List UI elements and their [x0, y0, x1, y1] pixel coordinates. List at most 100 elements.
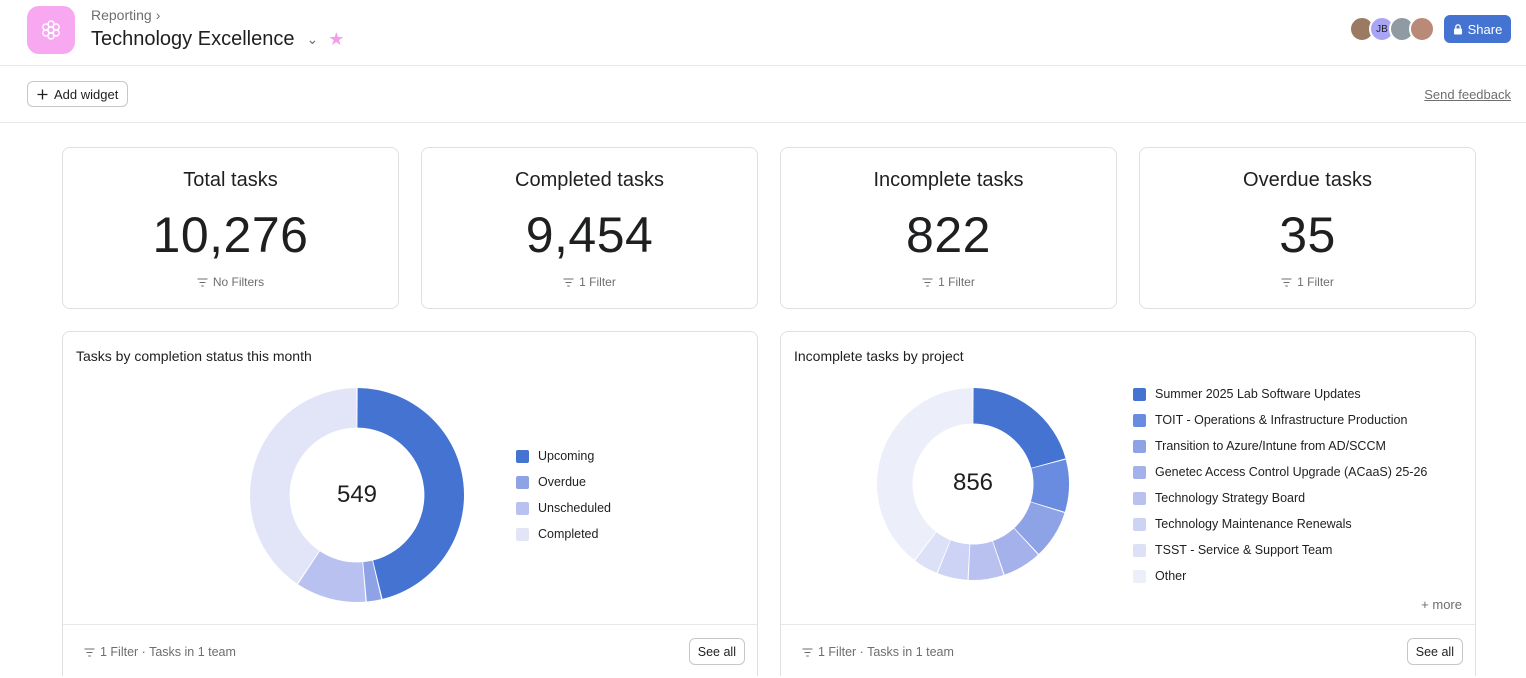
stat-value: 9,454 [525, 207, 654, 263]
filter-icon [802, 647, 813, 657]
breadcrumb[interactable]: Reporting › [91, 7, 160, 23]
legend-label: TSST - Service & Support Team [1155, 543, 1333, 557]
legend-swatch [1133, 569, 1146, 583]
legend-label: Overdue [538, 475, 586, 489]
member-avatars[interactable]: JB [1349, 16, 1435, 42]
legend-swatch [516, 527, 529, 541]
page-title: Technology Excellence [91, 28, 295, 50]
stat-title: Completed tasks [515, 169, 664, 191]
add-widget-button[interactable]: Add widget [27, 81, 129, 107]
legend-item[interactable]: Other [1133, 563, 1427, 589]
legend-item[interactable]: Technology Strategy Board [1133, 485, 1427, 511]
donut-slice-toit-operations-infrastructure-production[interactable] [1030, 459, 1069, 512]
legend-item[interactable]: Unscheduled [516, 495, 611, 521]
legend-swatch [1133, 465, 1146, 479]
stat-card-overdue[interactable]: Overdue tasks 35 1 Filter [1139, 147, 1476, 309]
add-widget-label: Add widget [54, 86, 119, 102]
stat-card-incomplete[interactable]: Incomplete tasks 822 1 Filter [780, 147, 1117, 309]
stat-value: 35 [1279, 207, 1336, 263]
chevron-right-icon: › [155, 7, 161, 23]
legend-item[interactable]: Completed [516, 521, 611, 547]
donut-center-total: 856 [952, 469, 994, 496]
legend-swatch [1133, 439, 1146, 453]
chart-card-projects[interactable]: Incomplete tasks by project 856 Summer 2… [780, 331, 1476, 676]
chart-footer: 1 Filter · Tasks in 1 team See all [63, 624, 757, 678]
footer-filter[interactable]: 1 Filter · Tasks in 1 team [84, 645, 236, 659]
legend-label: Transition to Azure/Intune from AD/SCCM [1155, 439, 1386, 453]
filter-icon [1281, 277, 1292, 287]
legend-item[interactable]: Overdue [516, 469, 611, 495]
asterisk-flower-icon[interactable] [27, 6, 75, 54]
footer-filter-label: 1 Filter · Tasks in 1 team [100, 645, 236, 659]
footer-filter-label: 1 Filter · Tasks in 1 team [818, 645, 954, 659]
send-feedback-link[interactable]: Send feedback [1424, 87, 1511, 102]
see-all-button[interactable]: See all [688, 638, 745, 665]
legend-swatch [516, 449, 529, 463]
legend-swatch [1133, 387, 1146, 401]
stat-filter[interactable]: 1 Filter [781, 275, 1116, 289]
filter-icon [922, 277, 933, 287]
chart-title: Incomplete tasks by project [794, 348, 964, 364]
footer-filter[interactable]: 1 Filter · Tasks in 1 team [802, 645, 954, 659]
stat-card-total[interactable]: Total tasks 10,276 No Filters [62, 147, 399, 309]
filter-icon [563, 277, 574, 287]
avatar[interactable] [1409, 16, 1435, 42]
stat-filter[interactable]: 1 Filter [422, 275, 757, 289]
share-label: Share [1467, 21, 1503, 37]
legend-swatch [1133, 491, 1146, 505]
lock-icon [1453, 23, 1462, 34]
legend-label: Summer 2025 Lab Software Updates [1155, 387, 1361, 401]
chevron-down-icon[interactable]: ⌄ [306, 31, 318, 48]
top-bar: Reporting › Technology Excellence ⌄ ★ JB… [0, 0, 1526, 66]
avatar-initials: JB [1376, 23, 1388, 35]
more-link[interactable]: + more [1421, 597, 1462, 612]
filter-icon [197, 277, 208, 287]
toolbar: Add widget Send feedback [0, 66, 1526, 123]
stat-title: Incomplete tasks [873, 169, 1024, 191]
legend-item[interactable]: Transition to Azure/Intune from AD/SCCM [1133, 433, 1427, 459]
stat-filter-label: 1 Filter [1297, 275, 1334, 289]
breadcrumb-reporting[interactable]: Reporting [91, 7, 152, 23]
chart-legend: Upcoming Overdue Unscheduled Completed [516, 443, 611, 547]
legend-swatch [1133, 517, 1146, 531]
chart-title: Tasks by completion status this month [76, 348, 312, 364]
legend-item[interactable]: Summer 2025 Lab Software Updates [1133, 381, 1427, 407]
stat-filter-label: 1 Filter [938, 275, 975, 289]
stat-card-completed[interactable]: Completed tasks 9,454 1 Filter [421, 147, 758, 309]
legend-label: Unscheduled [538, 501, 611, 515]
legend-label: Technology Strategy Board [1155, 491, 1306, 505]
legend-swatch [516, 475, 529, 489]
legend-label: Completed [538, 527, 599, 541]
legend-label: Technology Maintenance Renewals [1155, 517, 1352, 531]
stat-filter-label: 1 Filter [579, 275, 616, 289]
filter-icon [84, 647, 95, 657]
legend-item[interactable]: Technology Maintenance Renewals [1133, 511, 1427, 537]
chart-footer: 1 Filter · Tasks in 1 team See all [781, 624, 1475, 678]
see-all-button[interactable]: See all [1406, 638, 1463, 665]
star-icon[interactable]: ★ [328, 29, 344, 50]
legend-swatch [516, 501, 529, 515]
stat-filter[interactable]: 1 Filter [1140, 275, 1475, 289]
donut-slice-summer-2025-lab-software-updates[interactable] [973, 388, 1066, 468]
stat-filter-label: No Filters [212, 275, 265, 289]
legend-label: Genetec Access Control Upgrade (ACaaS) 2… [1155, 465, 1428, 479]
stat-filter[interactable]: No Filters [63, 275, 398, 289]
legend-item[interactable]: Upcoming [516, 443, 611, 469]
share-button[interactable]: Share [1444, 15, 1511, 43]
plus-icon [37, 89, 48, 99]
chart-card-completion[interactable]: Tasks by completion status this month 54… [62, 331, 758, 676]
legend-item[interactable]: TOIT - Operations & Infrastructure Produ… [1133, 407, 1427, 433]
legend-label: Upcoming [538, 449, 595, 463]
page-title-row: Technology Excellence ⌄ ★ [91, 28, 344, 51]
stat-title: Total tasks [183, 169, 278, 191]
stat-value: 822 [906, 207, 991, 263]
legend-swatch [1133, 543, 1146, 557]
donut-center-total: 549 [336, 481, 378, 508]
legend-label: TOIT - Operations & Infrastructure Produ… [1155, 413, 1408, 427]
stat-title: Overdue tasks [1243, 169, 1372, 191]
legend-label: Other [1155, 569, 1187, 583]
legend-item[interactable]: TSST - Service & Support Team [1133, 537, 1427, 563]
legend-item[interactable]: Genetec Access Control Upgrade (ACaaS) 2… [1133, 459, 1427, 485]
stat-value: 10,276 [152, 207, 309, 263]
chart-legend: Summer 2025 Lab Software Updates TOIT - O… [1133, 381, 1427, 589]
